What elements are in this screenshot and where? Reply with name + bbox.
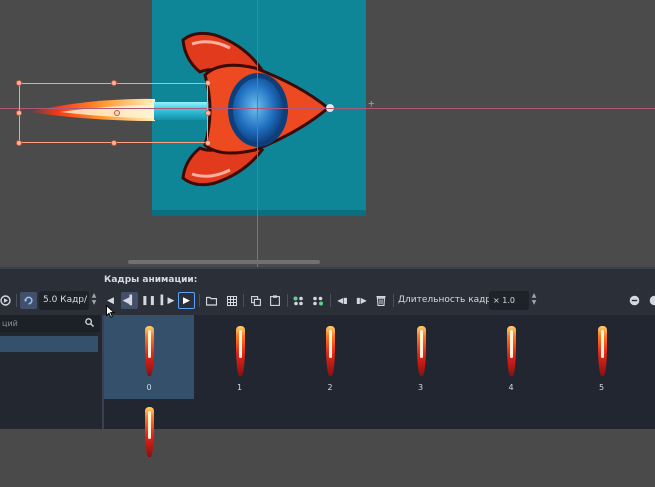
search-icon <box>85 317 95 334</box>
frame-item[interactable]: 2 <box>285 315 375 399</box>
zoom-reset-icon[interactable] <box>646 292 655 309</box>
frame-number: 3 <box>417 383 424 392</box>
animation-search-input[interactable]: ций <box>0 315 100 332</box>
separator <box>330 294 331 307</box>
resize-handle-tr[interactable] <box>205 80 211 86</box>
autoplay-icon[interactable] <box>0 292 14 309</box>
separator <box>393 294 394 307</box>
frame-number: 2 <box>327 383 333 392</box>
frames-toolbar: 5.0 Кадр/с ▲▼ ◀ ◀▍ ❚❚ ▍▶ ▶ ◀▮ ▮▶ <box>0 289 655 324</box>
pivot-handle[interactable] <box>114 110 120 116</box>
frame-thumbnail <box>597 326 607 376</box>
fps-input[interactable]: 5.0 Кадр/с <box>39 291 89 324</box>
resize-handle-mr[interactable] <box>205 110 211 116</box>
frame-item[interactable]: 0 <box>104 315 194 399</box>
frame-thumbnail <box>145 407 154 457</box>
frame-duration-label: Длительность кадра: <box>398 295 500 305</box>
play-from-start-icon[interactable]: ▍▶ <box>159 292 176 309</box>
resize-handle-tm[interactable] <box>111 80 117 86</box>
separator <box>287 294 288 307</box>
copy-icon[interactable] <box>247 292 264 309</box>
vertical-guide <box>257 0 258 267</box>
mouse-cursor-icon <box>106 305 115 318</box>
play-icon[interactable]: ▶ <box>178 292 195 309</box>
fps-spinner[interactable]: ▲ ▼ <box>90 292 98 306</box>
insert-before-icon[interactable] <box>290 292 307 309</box>
folder-open-icon[interactable] <box>203 292 220 309</box>
frame-number: 4 <box>508 383 514 392</box>
trash-icon[interactable] <box>372 292 389 309</box>
frame-item[interactable]: 5 <box>557 315 647 399</box>
grid-icon[interactable] <box>223 292 240 309</box>
frame-number: 1 <box>236 383 243 392</box>
frame-number: 0 <box>146 383 152 392</box>
frame-duration-spinner[interactable]: ▲ ▼ <box>530 292 538 306</box>
frame-item[interactable]: 1 <box>195 315 285 399</box>
separator <box>16 294 17 307</box>
frame-item-partial[interactable] <box>104 403 194 487</box>
frame-item[interactable]: 3 <box>376 315 466 399</box>
resize-handle-br[interactable] <box>205 140 211 146</box>
separator <box>199 294 200 307</box>
frames-grid: 0 1 2 3 4 5 <box>104 315 655 457</box>
resize-handle-ml[interactable] <box>16 110 22 116</box>
search-placeholder: ций <box>2 319 18 328</box>
move-left-icon[interactable]: ◀▮ <box>334 292 351 309</box>
pivot-cross-icon: + <box>368 97 375 110</box>
frame-item[interactable]: 4 <box>466 315 556 399</box>
frame-thumbnail <box>235 326 245 376</box>
frame-thumbnail <box>507 326 516 376</box>
animations-list: ций <box>0 315 102 429</box>
frame-number: 5 <box>598 383 605 392</box>
resize-handle-tl[interactable] <box>16 80 22 86</box>
canvas-viewport[interactable]: + <box>0 0 655 267</box>
zoom-out-icon[interactable] <box>626 292 643 309</box>
loop-icon[interactable] <box>20 292 37 309</box>
sprite-frames-panel: Кадры анимации: 5.0 Кадр/с ▲▼ ◀ ◀▍ ❚❚ ▍▶… <box>0 267 655 457</box>
frame-thumbnail <box>416 326 426 376</box>
frame-duration-input[interactable]: × 1.0 <box>489 291 529 310</box>
resize-handle-bm[interactable] <box>111 140 117 146</box>
frame-thumbnail <box>326 326 335 376</box>
separator <box>243 294 244 307</box>
resize-handle-bl[interactable] <box>16 140 22 146</box>
pause-icon[interactable]: ❚❚ <box>140 292 157 309</box>
frame-thumbnail <box>145 326 154 376</box>
horizontal-scrollbar[interactable] <box>128 260 320 264</box>
move-right-icon[interactable]: ▮▶ <box>353 292 370 309</box>
panel-title: Кадры анимации: <box>104 275 198 285</box>
play-backwards-from-end-icon[interactable]: ◀▍ <box>121 292 138 309</box>
paste-icon[interactable] <box>266 292 283 309</box>
insert-after-icon[interactable] <box>309 292 326 309</box>
animation-item-selected[interactable] <box>0 336 98 352</box>
